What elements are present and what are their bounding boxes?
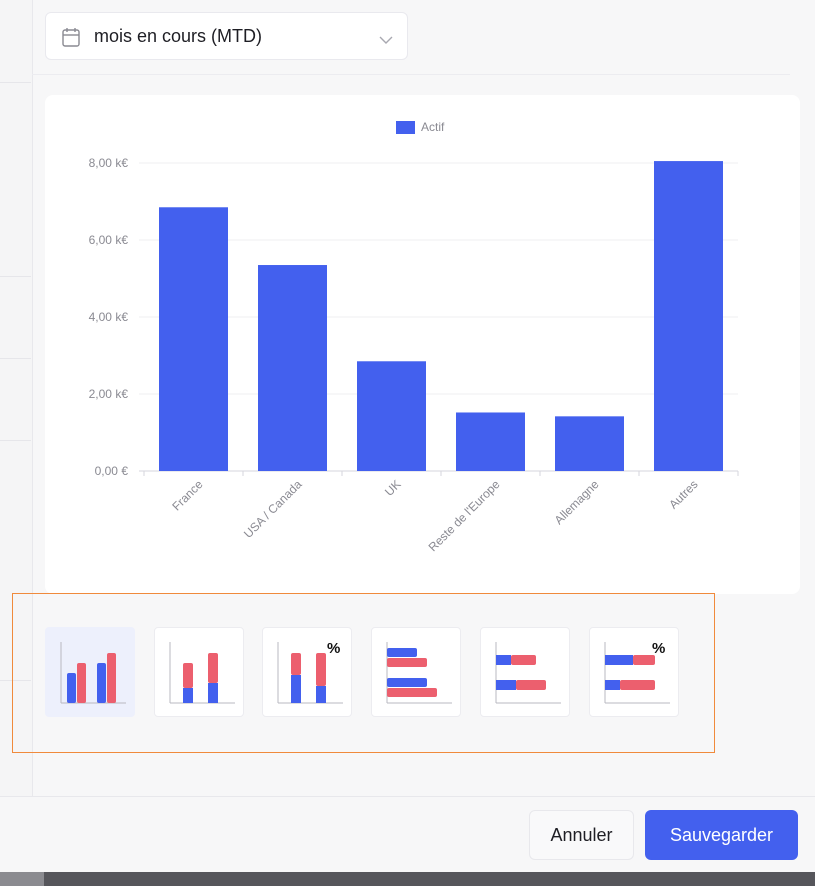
date-range-select[interactable]: mois en cours (MTD) [45, 12, 408, 60]
bar [456, 412, 525, 471]
x-tick-label: Reste de l'Europe [426, 477, 503, 554]
chevron-down-icon [379, 32, 393, 50]
date-range-label: mois en cours (MTD) [94, 26, 263, 46]
divider [32, 74, 790, 75]
x-tick-label: USA / Canada [241, 477, 305, 541]
grouped-bars-icon [386, 642, 452, 704]
bar [357, 361, 426, 471]
legend-label: Actif [421, 120, 445, 134]
sidebar-divider [0, 358, 31, 359]
sidebar-divider [0, 440, 31, 441]
sidebar-divider [0, 276, 31, 277]
x-tick-label: Allemagne [552, 477, 602, 527]
x-tick-label: France [169, 477, 206, 514]
chart-type-stacked-bars[interactable] [480, 627, 570, 717]
y-tick-label: 6,00 k€ [89, 233, 129, 247]
legend-swatch [396, 121, 415, 134]
cancel-button[interactable]: Annuler [529, 810, 634, 860]
stacked-columns-icon [169, 642, 235, 704]
bar [159, 207, 228, 471]
stacked-bars-percent-icon [604, 642, 670, 704]
x-tick-label: Autres [666, 477, 700, 511]
save-button[interactable]: Sauvegarder [645, 810, 798, 860]
bar [654, 161, 723, 471]
grouped-columns-icon [60, 642, 126, 704]
percent-label: % [652, 640, 666, 657]
footer-divider [0, 796, 815, 797]
chart-type-grouped-bars[interactable] [371, 627, 461, 717]
chart-type-stacked-bars-percent[interactable]: % [589, 627, 679, 717]
bar-chart: 0,00 € 2,00 k€ 4,00 k€ 6,00 k€ 8,00 k€ France… [89, 120, 739, 554]
percent-label: % [327, 640, 341, 657]
bar [555, 416, 624, 471]
y-tick-label: 0,00 € [95, 464, 129, 478]
bar [258, 265, 327, 471]
stacked-bars-icon [495, 642, 561, 704]
calendar-icon [62, 27, 80, 52]
chart-type-stacked-columns-percent[interactable]: % [262, 627, 352, 717]
y-tick-label: 4,00 k€ [89, 310, 129, 324]
sidebar-divider [0, 82, 31, 83]
x-tick-label: UK [382, 477, 404, 499]
chart-card: 0,00 € 2,00 k€ 4,00 k€ 6,00 k€ 8,00 k€ France… [45, 95, 800, 594]
bottom-strip [0, 872, 815, 886]
y-tick-label: 8,00 k€ [89, 156, 129, 170]
y-tick-label: 2,00 k€ [89, 387, 129, 401]
chart-type-stacked-columns[interactable] [154, 627, 244, 717]
chart-type-grouped-columns[interactable] [45, 627, 135, 717]
